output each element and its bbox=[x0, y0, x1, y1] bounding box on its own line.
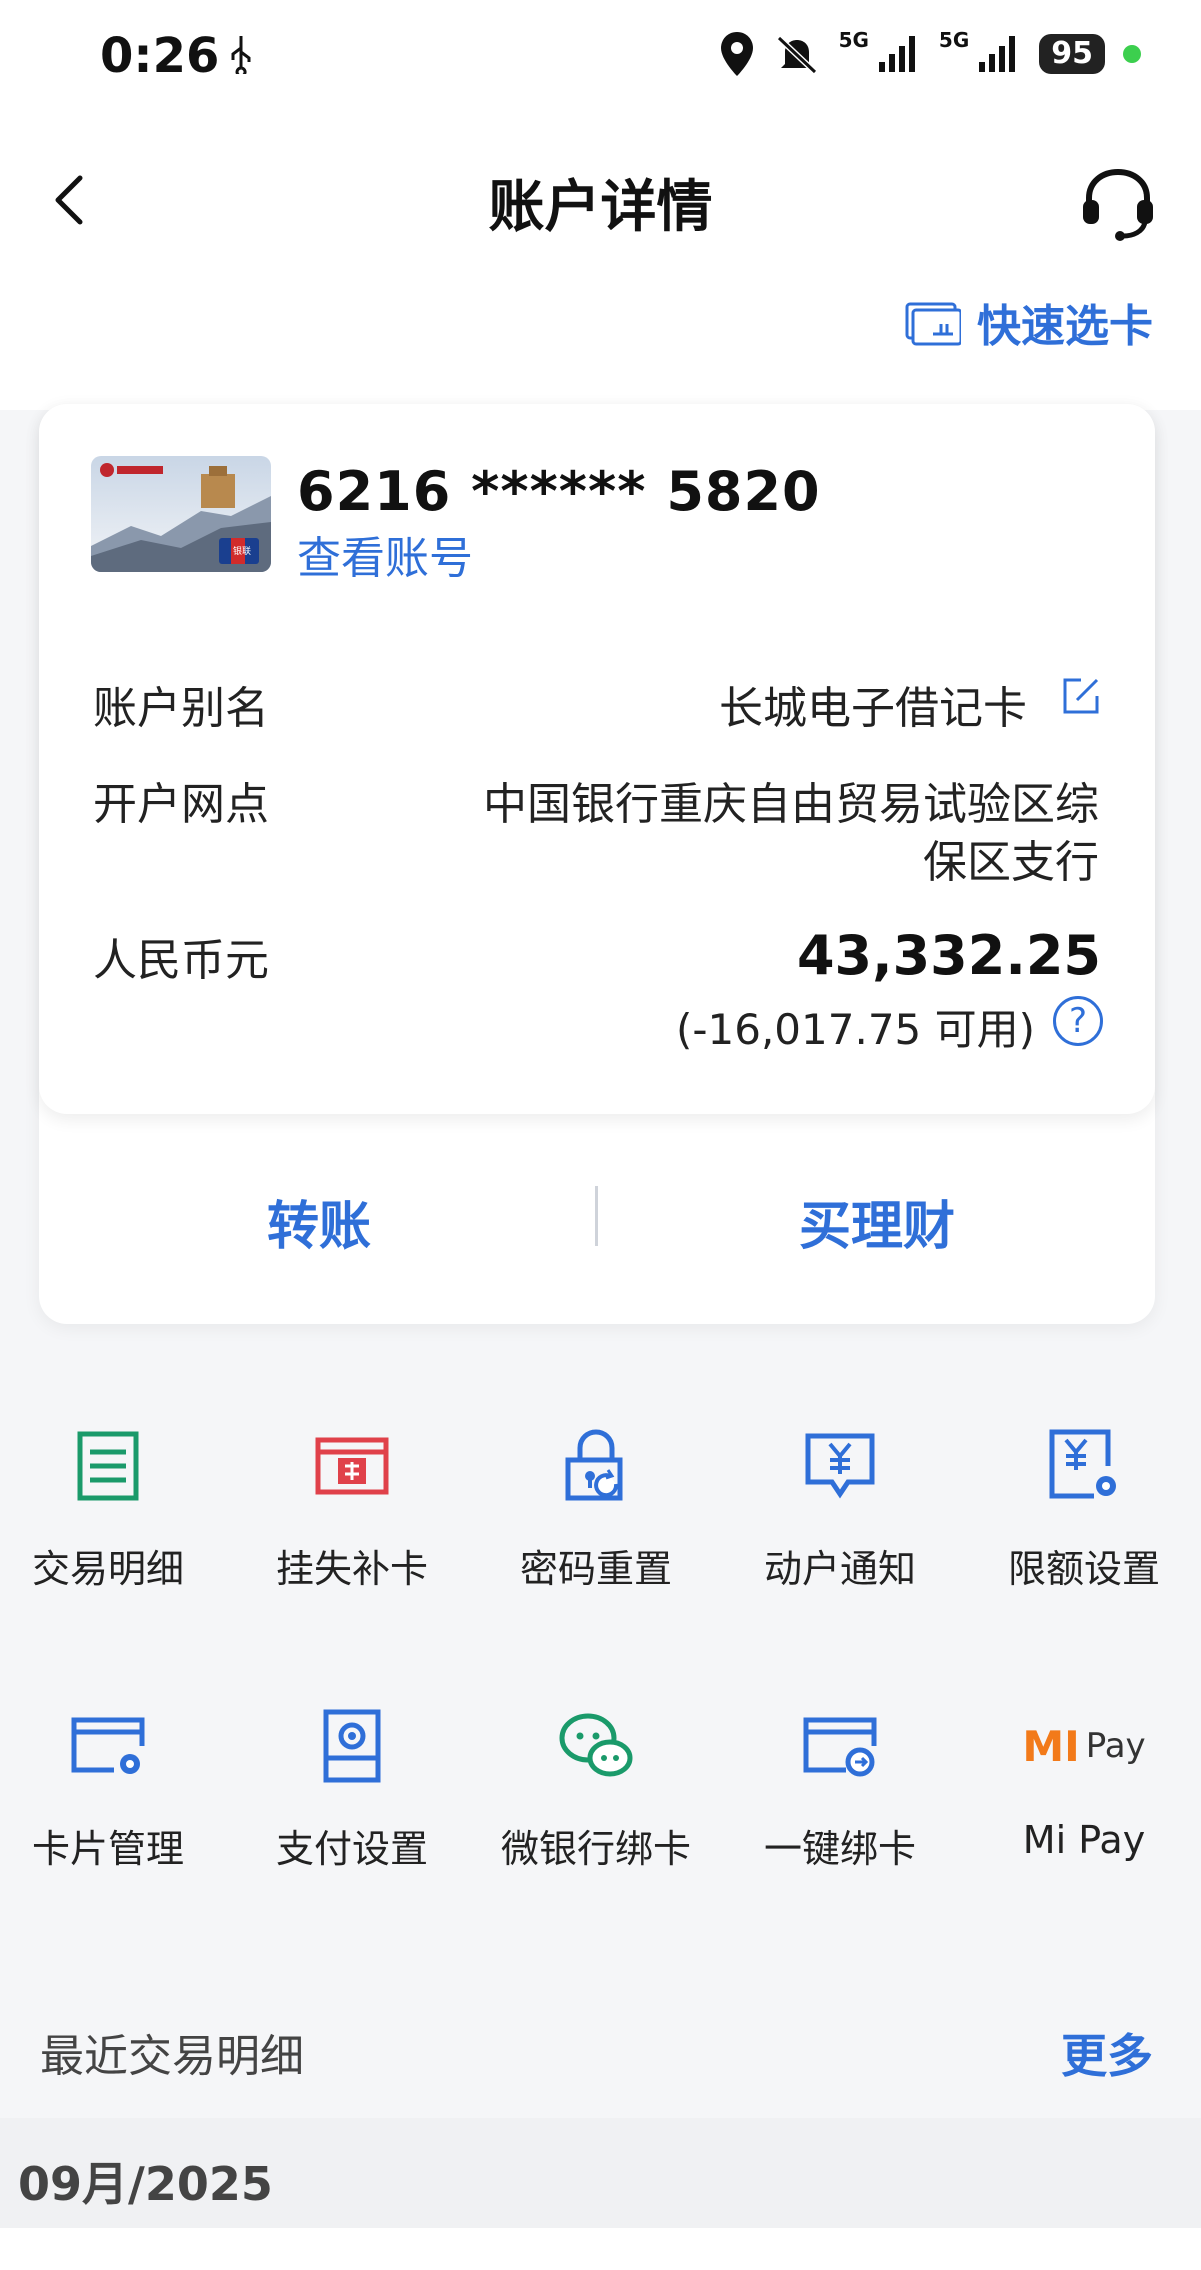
grid-label-report-loss: 挂失补卡 bbox=[275, 1547, 428, 1591]
grid-label-one-key-bind: 一键绑卡 bbox=[763, 1827, 916, 1871]
grid-item-password-reset[interactable]: 密码重置 bbox=[476, 1426, 716, 1593]
net-label-2: 5G bbox=[938, 28, 970, 52]
balance-value: 43,332.25 bbox=[796, 924, 1101, 987]
branch-label: 开户网点 bbox=[93, 779, 269, 830]
net-label-1: 5G bbox=[838, 28, 869, 52]
recent-transactions-title: 最近交易明细 bbox=[40, 2031, 304, 2082]
account-card: 银联 6216 ****** 5820 查看账号 账户别名 长城电子借记卡 开户… bbox=[39, 404, 1155, 1324]
quick-select-button[interactable]: 快速选卡 bbox=[903, 290, 1153, 354]
quick-select-label: 快速选卡 bbox=[977, 301, 1153, 352]
page-title: 账户详情 bbox=[488, 175, 713, 240]
card-list-icon bbox=[905, 302, 961, 346]
edit-icon[interactable] bbox=[1059, 674, 1103, 718]
signal-icon-1 bbox=[878, 36, 915, 72]
chevron-left-icon[interactable] bbox=[40, 170, 100, 230]
grid-label-mipay: Mi Pay bbox=[1022, 1818, 1146, 1862]
grid-item-mipay[interactable]: MI Pay Mi Pay bbox=[964, 1706, 1201, 1863]
grid-item-card-manage[interactable]: 卡片管理 bbox=[0, 1706, 228, 1873]
account-info: 银联 6216 ****** 5820 查看账号 账户别名 长城电子借记卡 开户… bbox=[39, 404, 1155, 1114]
more-link[interactable]: 更多 bbox=[1061, 2020, 1153, 2086]
grid-label-payment-settings: 支付设置 bbox=[275, 1827, 428, 1871]
help-icon[interactable]: ? bbox=[1053, 996, 1103, 1046]
payment-settings-icon bbox=[323, 1709, 381, 1783]
month-header: 09月/2025 bbox=[0, 2118, 1201, 2228]
wechat-icon bbox=[559, 1713, 633, 1777]
grid-label-limit: 限额设置 bbox=[1007, 1547, 1160, 1591]
transaction-list-icon bbox=[77, 1431, 139, 1501]
card-link-icon bbox=[803, 1717, 877, 1777]
branch-value-line2: 保区支行 bbox=[923, 837, 1099, 888]
unionpay-text: 银联 bbox=[233, 545, 251, 557]
grid-label-password-reset: 密码重置 bbox=[519, 1547, 672, 1591]
action-divider bbox=[595, 1186, 598, 1246]
grid-item-report-loss[interactable]: 挂失补卡 bbox=[232, 1426, 472, 1593]
nav-bar: 账户详情 bbox=[0, 140, 1201, 260]
alias-value: 长城电子借记卡 bbox=[719, 683, 1027, 734]
grid-item-payment-settings[interactable]: 支付设置 bbox=[232, 1706, 472, 1873]
mipay-logo: MI Pay bbox=[964, 1706, 1201, 1786]
usb-icon bbox=[231, 36, 251, 74]
transaction-list bbox=[0, 2228, 1201, 2270]
mute-bell-icon bbox=[776, 35, 817, 75]
view-account-link[interactable]: 查看账号 bbox=[297, 522, 473, 586]
transfer-button[interactable]: 转账 bbox=[267, 1184, 371, 1259]
available-balance: (-16,017.75 可用) bbox=[675, 1005, 1035, 1054]
grid-item-wechat-bind[interactable]: 微银行绑卡 bbox=[476, 1706, 716, 1873]
card-gear-icon bbox=[71, 1717, 145, 1774]
status-time: 0:26 bbox=[100, 28, 220, 84]
status-icons: 5G 5G 95 bbox=[719, 28, 1141, 78]
battery-indicator: 95 bbox=[1039, 34, 1105, 74]
grid-item-limit[interactable]: 限额设置 bbox=[964, 1426, 1201, 1593]
buy-wealth-button[interactable]: 买理财 bbox=[799, 1184, 955, 1259]
grid-label-wechat-bind: 微银行绑卡 bbox=[500, 1827, 691, 1871]
grid-label-transactions: 交易明细 bbox=[31, 1547, 184, 1591]
grid-item-one-key-bind[interactable]: 一键绑卡 bbox=[720, 1706, 960, 1873]
status-bar: 0:26 5G 5G 95 bbox=[0, 0, 1201, 110]
currency-label: 人民币元 bbox=[93, 935, 269, 986]
mipay-logo-pay: Pay bbox=[1085, 1726, 1146, 1766]
notification-icon bbox=[805, 1433, 875, 1499]
grid-item-transactions[interactable]: 交易明细 bbox=[0, 1426, 228, 1593]
location-icon bbox=[720, 32, 753, 76]
grid-label-card-manage: 卡片管理 bbox=[31, 1827, 184, 1871]
mipay-logo-mi: MI bbox=[1022, 1721, 1080, 1771]
card-number: 6216 ****** 5820 bbox=[297, 460, 821, 523]
card-actions: 转账 买理财 bbox=[39, 1164, 1155, 1274]
alias-label: 账户别名 bbox=[93, 683, 269, 734]
bank-card-image: 银联 bbox=[91, 456, 271, 572]
lock-reset-icon bbox=[565, 1429, 623, 1501]
headset-icon[interactable] bbox=[1075, 160, 1161, 246]
card-replace-icon bbox=[315, 1437, 389, 1495]
limit-settings-icon bbox=[1049, 1429, 1116, 1499]
signal-icon-2 bbox=[979, 36, 1016, 72]
grid-item-notify[interactable]: 动户通知 bbox=[720, 1426, 960, 1593]
grid-label-notify: 动户通知 bbox=[763, 1547, 916, 1591]
status-dot bbox=[1123, 45, 1141, 63]
month-label: 09月/2025 bbox=[18, 2157, 273, 2211]
branch-value-line1: 中国银行重庆自由贸易试验区综 bbox=[483, 779, 1099, 830]
